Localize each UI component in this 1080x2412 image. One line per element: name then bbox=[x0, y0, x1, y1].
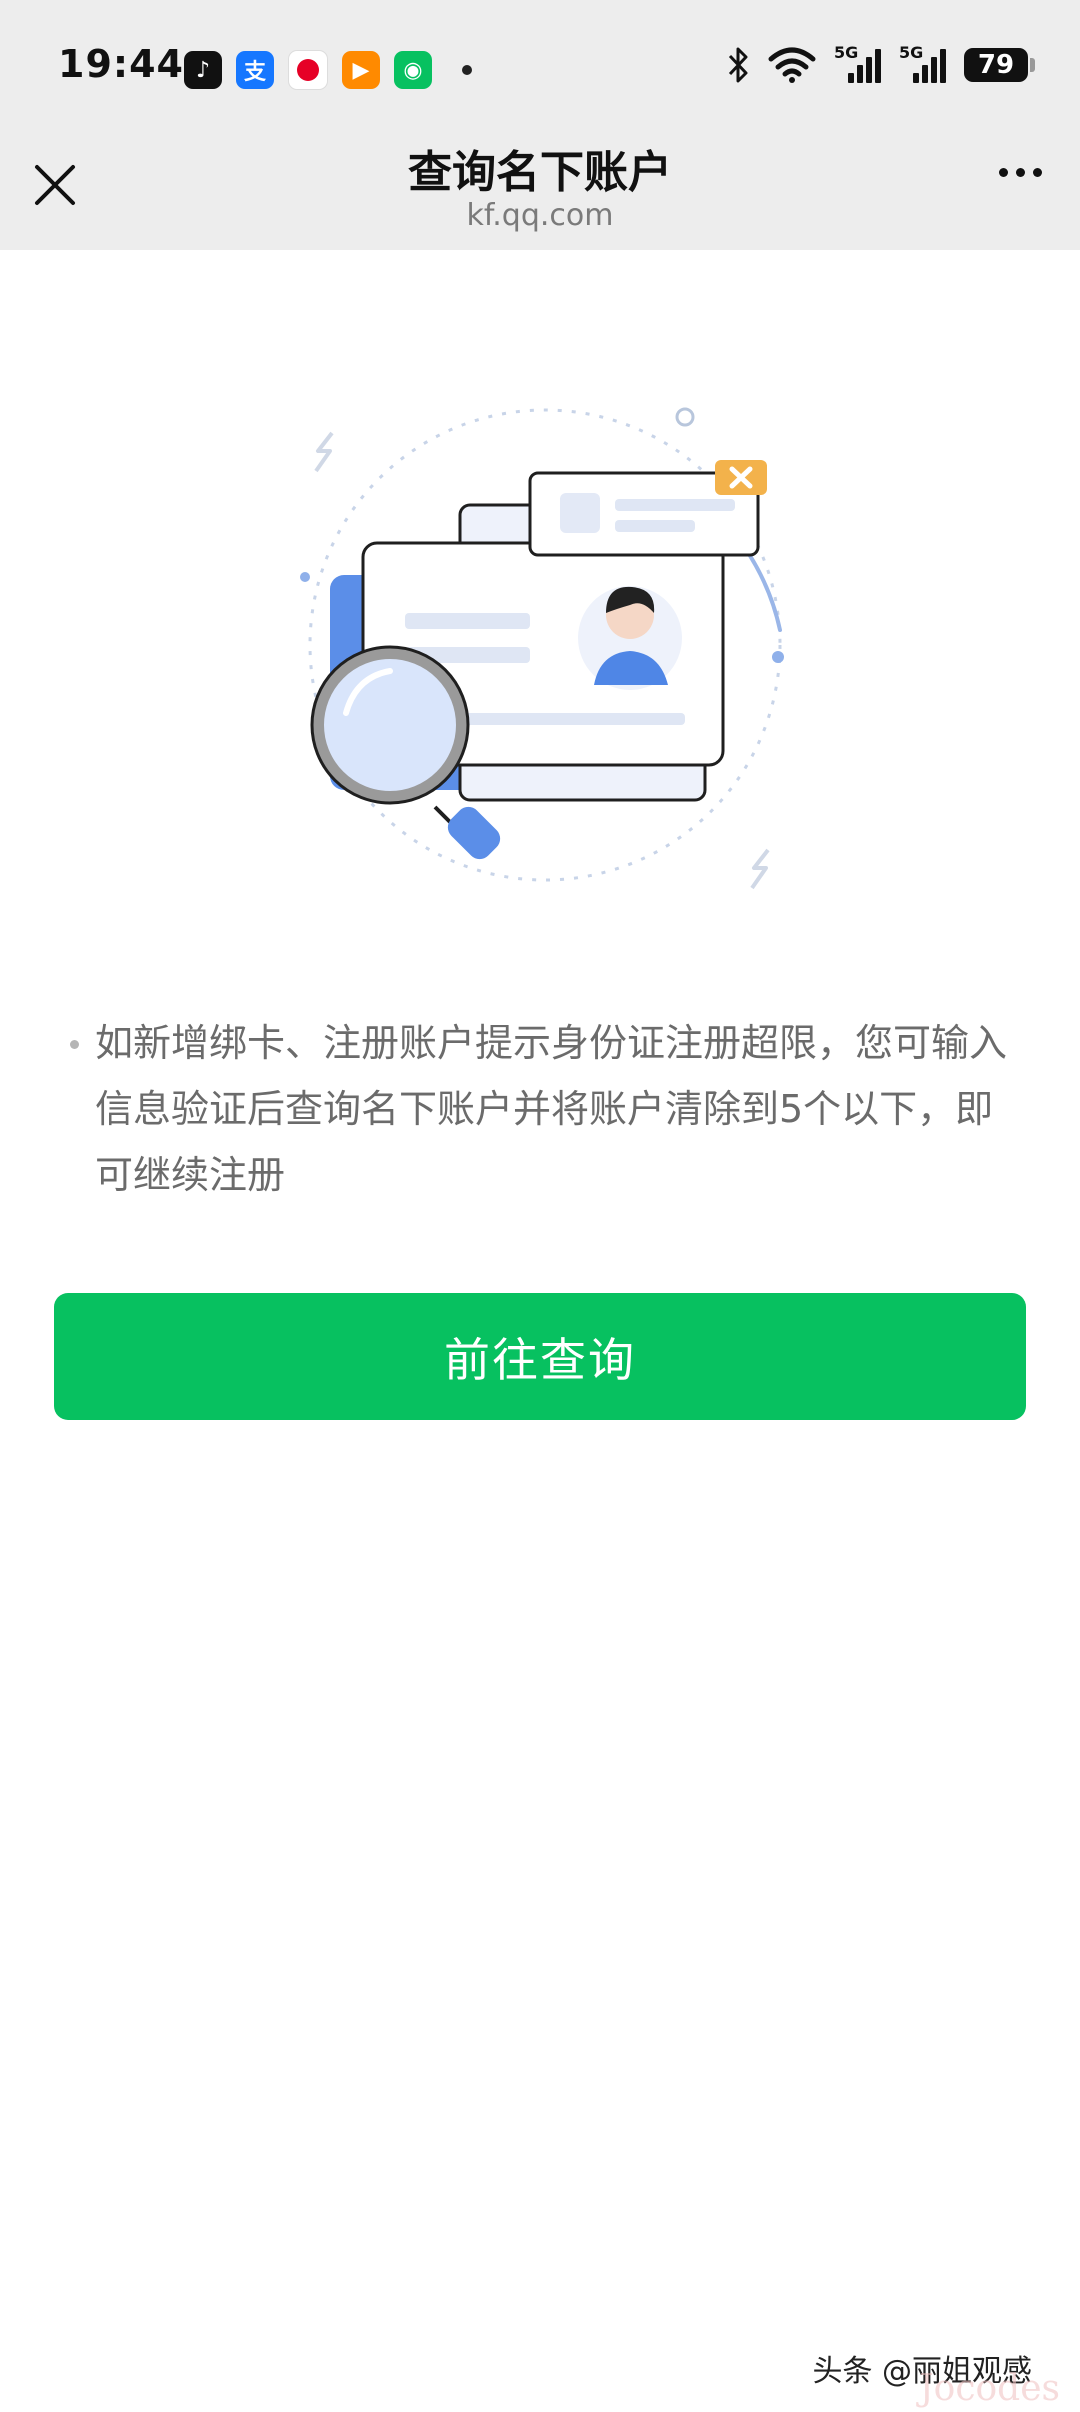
status-time: 19:44 bbox=[58, 42, 184, 86]
video-app-icon: ▶ bbox=[342, 51, 380, 89]
network-type-2: 5G bbox=[899, 43, 924, 62]
card-line-1 bbox=[405, 613, 530, 629]
page-domain: kf.qq.com bbox=[466, 198, 614, 233]
music-icon bbox=[288, 50, 328, 90]
watermark-ghost: Jocodes bbox=[919, 2368, 1060, 2409]
spark-icon-left bbox=[314, 431, 334, 473]
alipay-icon: 支 bbox=[236, 51, 274, 89]
info-text: 如新增绑卡、注册账户提示身份证注册超限，您可输入信息验证后查询名下账户并将账户清… bbox=[95, 1021, 1008, 1197]
orbit-ring bbox=[675, 407, 695, 427]
go-query-button[interactable]: 前往查询 bbox=[54, 1293, 1026, 1420]
notification-icons: ♪ 支 ▶ ◉ bbox=[184, 50, 472, 90]
magnifier-handle bbox=[447, 806, 501, 860]
magnifier-icon bbox=[312, 647, 468, 803]
network-type-1: 5G bbox=[834, 43, 859, 62]
tiktok-icon: ♪ bbox=[184, 51, 222, 89]
wechat-icon: ◉ bbox=[394, 51, 432, 89]
info-list: 如新增绑卡、注册账户提示身份证注册超限，您可输入信息验证后查询名下账户并将账户清… bbox=[70, 1010, 1020, 1208]
more-notifications-icon bbox=[462, 65, 472, 75]
system-icons: 5G 5G 79 bbox=[726, 43, 1035, 84]
status-bar: 19:44 ♪ 支 ▶ ◉ 5G 5G 79 bbox=[0, 0, 1080, 140]
page-title: 查询名下账户 bbox=[408, 147, 672, 198]
account-query-illustration bbox=[300, 407, 784, 890]
more-options-icon[interactable] bbox=[999, 168, 1042, 177]
orbit-dot-right bbox=[772, 651, 784, 663]
bullet-icon bbox=[70, 1040, 79, 1049]
orbit-dot-left bbox=[300, 572, 310, 582]
card-top-thumb bbox=[560, 493, 600, 533]
top-bar: 19:44 ♪ 支 ▶ ◉ 5G 5G 79 查询名下账户 kf.qq.com bbox=[0, 0, 1080, 250]
bluetooth-icon bbox=[728, 47, 748, 83]
signal-1-icon: 5G bbox=[834, 43, 881, 83]
spark-icon-right bbox=[750, 848, 770, 890]
battery-icon: 79 bbox=[964, 48, 1035, 82]
wifi-icon bbox=[768, 47, 816, 83]
signal-2-icon: 5G bbox=[899, 43, 946, 83]
